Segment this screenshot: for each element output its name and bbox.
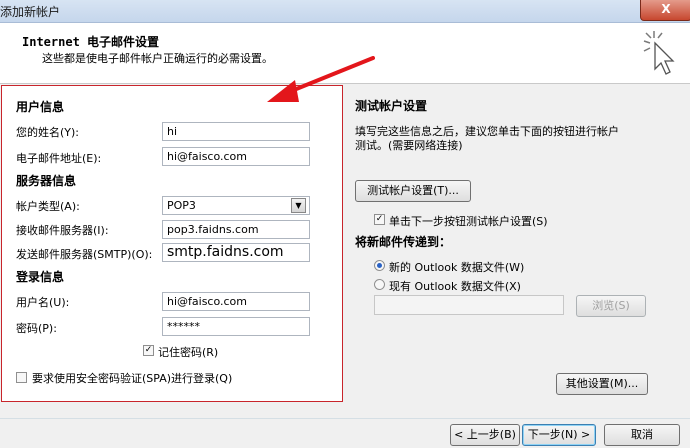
account-type-label: 帐户类型(A): [16, 200, 80, 213]
remember-password-checkbox[interactable]: ✓ [143, 345, 154, 356]
test-description-line2: 测试。(需要网络连接) [355, 139, 463, 152]
name-input[interactable]: hi [162, 122, 310, 141]
deliver-heading: 将新邮件传递到： [355, 235, 452, 249]
footer-divider [0, 418, 690, 419]
new-data-file-label: 新的 Outlook 数据文件(W) [389, 261, 525, 274]
server-info-heading: 服务器信息 [16, 174, 77, 188]
user-info-heading: 用户信息 [16, 100, 65, 114]
spa-checkbox[interactable] [16, 372, 27, 383]
incoming-server-label: 接收邮件服务器(I): [16, 224, 109, 237]
header-title: Internet 电子邮件设置 [22, 35, 160, 49]
close-button[interactable]: X [640, 0, 690, 21]
title-bar: 添加新帐户 X [0, 0, 690, 23]
username-label: 用户名(U): [16, 296, 70, 309]
username-input[interactable]: hi@faisco.com [162, 292, 310, 311]
existing-data-file-label: 现有 Outlook 数据文件(X) [389, 280, 521, 293]
password-label: 密码(P): [16, 322, 57, 335]
auto-test-label: 单击下一步按钮测试帐户设置(S) [389, 215, 548, 228]
window-title: 添加新帐户 [0, 5, 61, 19]
account-type-select[interactable]: POP3 ▼ [162, 196, 310, 215]
login-info-heading: 登录信息 [16, 270, 65, 284]
spa-label: 要求使用安全密码验证(SPA)进行登录(Q) [32, 372, 233, 385]
click-cursor-icon [643, 31, 675, 75]
chevron-down-icon[interactable]: ▼ [291, 198, 306, 213]
existing-data-file-radio[interactable] [374, 279, 385, 290]
browse-button[interactable]: 浏览(S) [576, 295, 646, 317]
more-settings-button[interactable]: 其他设置(M)... [556, 373, 648, 395]
email-label: 电子邮件地址(E): [16, 152, 102, 165]
next-button[interactable]: 下一步(N) > [522, 424, 596, 446]
header-subtitle: 这些都是使电子邮件帐户正确运行的必需设置。 [42, 52, 273, 65]
incoming-server-input[interactable]: pop3.faidns.com [162, 220, 310, 239]
outgoing-server-input[interactable]: smtp.faidns.com [162, 243, 310, 262]
remember-password-label: 记住密码(R) [158, 346, 219, 359]
password-input[interactable]: ****** [162, 317, 310, 336]
new-data-file-radio[interactable] [374, 260, 385, 271]
name-label: 您的姓名(Y): [16, 126, 80, 139]
annotation-arrow-icon [267, 56, 375, 102]
auto-test-checkbox[interactable]: ✓ [374, 214, 385, 225]
account-type-value: POP3 [167, 199, 196, 212]
test-account-button[interactable]: 测试帐户设置(T)... [355, 180, 471, 202]
data-file-path-input[interactable] [374, 295, 564, 315]
cancel-button[interactable]: 取消 [604, 424, 680, 446]
back-button[interactable]: < 上一步(B) [450, 424, 520, 446]
email-input[interactable]: hi@faisco.com [162, 147, 310, 166]
outgoing-server-label: 发送邮件服务器(SMTP)(O): [16, 248, 153, 261]
